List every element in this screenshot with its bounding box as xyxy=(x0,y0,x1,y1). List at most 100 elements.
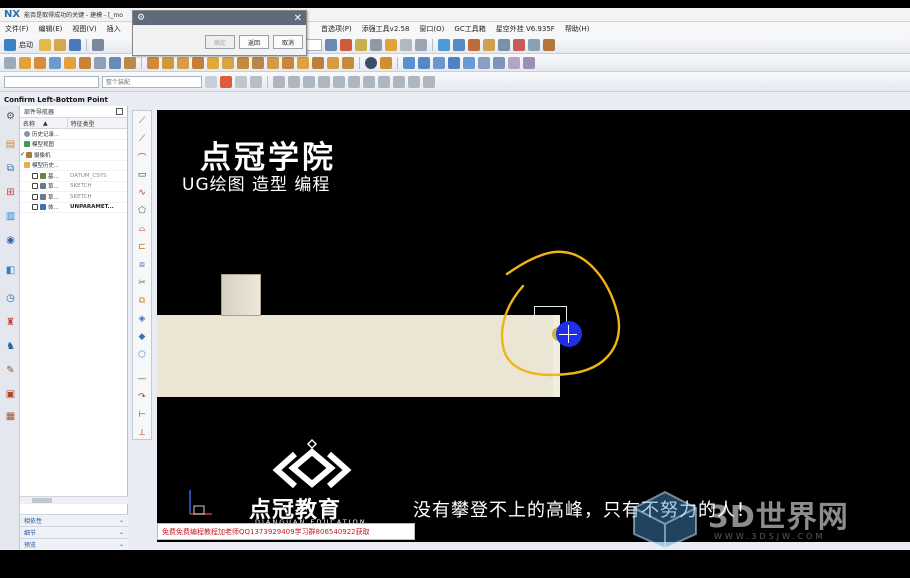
measure-icon[interactable] xyxy=(528,38,540,51)
trimmed-sheet-icon[interactable] xyxy=(508,56,520,69)
draft-icon[interactable] xyxy=(124,56,136,69)
thicken-icon[interactable] xyxy=(267,56,279,69)
trim-icon[interactable] xyxy=(192,56,204,69)
panel-preview[interactable]: 预览 ⌄ xyxy=(20,538,128,550)
snap-control-icon[interactable] xyxy=(303,75,315,88)
menu-gc-toolbox[interactable]: GC工具箱 xyxy=(449,24,490,34)
blend-icon[interactable] xyxy=(147,56,159,69)
chamfer-icon[interactable] xyxy=(162,56,174,69)
palette-icon[interactable]: ▣ xyxy=(4,388,17,401)
reuse-library-icon[interactable]: ▥ xyxy=(4,210,17,223)
split-icon[interactable] xyxy=(282,56,294,69)
analysis-icon[interactable] xyxy=(340,38,352,51)
unite-icon[interactable] xyxy=(207,56,219,69)
history-icon[interactable]: ◧ xyxy=(4,264,17,277)
scrollbar-thumb[interactable] xyxy=(32,498,52,503)
column-feature-type[interactable]: 特征类型 xyxy=(68,118,127,128)
menu-edit[interactable]: 编辑(E) xyxy=(34,24,68,34)
menu-help[interactable]: 帮助(H) xyxy=(560,24,595,34)
constraint-navigator-icon[interactable]: ⊞ xyxy=(4,186,17,199)
menu-insert[interactable]: 插入 xyxy=(102,24,126,34)
start-button[interactable]: 启动 xyxy=(19,40,33,50)
system-scenes-icon[interactable]: ✎ xyxy=(4,364,17,377)
replace-icon[interactable] xyxy=(312,56,324,69)
column-name[interactable]: 名称 ▲ xyxy=(20,118,68,128)
polygon-icon[interactable]: ⬠ xyxy=(136,205,148,217)
clock-icon[interactable]: ◷ xyxy=(4,292,17,305)
refresh-icon[interactable] xyxy=(380,56,392,69)
pocket-icon[interactable] xyxy=(79,56,91,69)
assembly-navigator-icon[interactable]: ⧉ xyxy=(4,162,17,175)
intersect-icon[interactable] xyxy=(237,56,249,69)
pattern-curve-icon[interactable]: ◆ xyxy=(136,331,148,343)
shell-icon[interactable] xyxy=(177,56,189,69)
layer-icon[interactable] xyxy=(325,38,337,51)
pattern-icon[interactable] xyxy=(498,38,510,51)
select-edge-icon[interactable] xyxy=(250,75,262,88)
curve-length-icon[interactable]: ↷ xyxy=(136,391,148,403)
select-face-icon[interactable] xyxy=(220,75,232,88)
boss-icon[interactable] xyxy=(64,56,76,69)
snap-intersect-icon[interactable] xyxy=(318,75,330,88)
clock-icon[interactable] xyxy=(365,56,377,69)
checkbox-icon[interactable] xyxy=(32,183,38,190)
open-icon[interactable] xyxy=(54,38,66,51)
tree-row-model-views[interactable]: 模型视图 xyxy=(20,140,127,150)
hole-icon[interactable] xyxy=(49,56,61,69)
assembly-scope-combo[interactable]: 整个装配 xyxy=(102,75,202,88)
render-icon[interactable] xyxy=(355,38,367,51)
close-icon[interactable]: ✕ xyxy=(294,13,302,24)
offset-curve-icon[interactable]: ⊏ xyxy=(136,241,148,253)
tree-row-sketch-1[interactable]: 草... SKETCH xyxy=(20,182,127,192)
snap-center-icon[interactable] xyxy=(333,75,345,88)
swept-icon[interactable] xyxy=(433,56,445,69)
save-icon[interactable] xyxy=(69,38,81,51)
ok-button[interactable]: 确定 xyxy=(205,35,235,49)
display-icon[interactable] xyxy=(415,38,427,51)
undo-icon[interactable] xyxy=(92,38,104,51)
snap-mid-icon[interactable] xyxy=(288,75,300,88)
menu-enhance-tools[interactable]: 添强工具v2.58 xyxy=(357,24,415,34)
trim-curve-icon[interactable]: ✂ xyxy=(136,277,148,289)
snap-point-icon[interactable] xyxy=(363,75,375,88)
mirror-curve-icon[interactable]: ◈ xyxy=(136,313,148,325)
checkbox-icon[interactable] xyxy=(32,193,38,200)
extension-icon[interactable] xyxy=(493,56,505,69)
feature-icon[interactable] xyxy=(468,38,480,51)
menu-file[interactable]: 文件(F) xyxy=(0,24,34,34)
gear-icon[interactable]: ⚙ xyxy=(137,13,145,23)
menu-window[interactable]: 窗口(O) xyxy=(414,24,449,34)
surface-icon[interactable] xyxy=(403,56,415,69)
gear-icon[interactable]: ⚙ xyxy=(4,110,17,123)
extrude-icon[interactable] xyxy=(19,56,31,69)
panel-details[interactable]: 细节 ⌄ xyxy=(20,526,128,538)
dimension-icon[interactable]: ⟂ xyxy=(136,427,148,439)
select-feature-icon[interactable] xyxy=(205,75,217,88)
snap-end-icon[interactable] xyxy=(273,75,285,88)
patch-icon[interactable] xyxy=(342,56,354,69)
view-icon[interactable] xyxy=(370,38,382,51)
web-browser-icon[interactable]: ◉ xyxy=(4,234,17,247)
through-curves-icon[interactable] xyxy=(418,56,430,69)
fillet-icon[interactable]: ⌓ xyxy=(136,223,148,235)
menu-preferences[interactable]: 首选项(P) xyxy=(316,24,357,34)
move-icon[interactable] xyxy=(438,38,450,51)
maximize-icon[interactable] xyxy=(116,108,123,115)
checkbox-icon[interactable] xyxy=(32,204,38,211)
sew-icon[interactable] xyxy=(327,56,339,69)
new-icon[interactable] xyxy=(39,38,51,51)
menu-xingkong-plugin[interactable]: 星空外挂 V6.935F xyxy=(491,24,560,34)
select-body-icon[interactable] xyxy=(235,75,247,88)
subtract-icon[interactable] xyxy=(222,56,234,69)
project-curve-icon[interactable]: ⧈ xyxy=(136,259,148,271)
snap-on-curve-icon[interactable] xyxy=(378,75,390,88)
bounded-plane-icon[interactable] xyxy=(478,56,490,69)
edit-feature-icon[interactable] xyxy=(483,38,495,51)
ruled-icon[interactable] xyxy=(463,56,475,69)
tree-row-history[interactable]: 历史记录... xyxy=(20,129,127,140)
type-filter-combo[interactable] xyxy=(4,75,99,88)
snap-bisector-icon[interactable] xyxy=(408,75,420,88)
tree-row-body[interactable]: 体... UNPARAMET... xyxy=(20,203,127,213)
rectangle-icon[interactable]: ▭ xyxy=(136,169,148,181)
snap-tangent-icon[interactable] xyxy=(423,75,435,88)
